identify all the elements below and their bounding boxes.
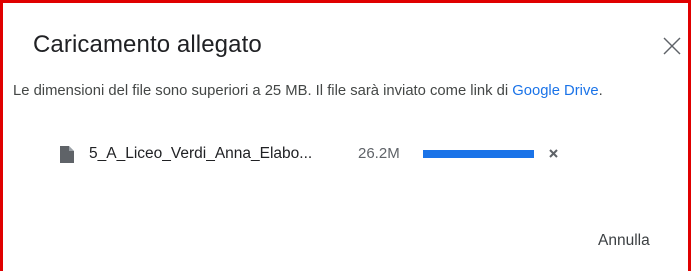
dialog-title: Caricamento allegato (33, 31, 262, 58)
upload-dialog: Caricamento allegato Le dimensioni del f… (3, 3, 688, 271)
file-size: 26.2M (358, 145, 400, 162)
upload-progress-fill (423, 150, 534, 158)
message-end: . (598, 83, 603, 99)
file-icon (60, 146, 74, 163)
attachment-row: 5_A_Liceo_Verdi_Anna_Elabo... 26.2M (58, 143, 578, 165)
cancel-button[interactable]: Annulla (598, 232, 650, 250)
message-text: Le dimensioni del file sono superiori a … (13, 83, 513, 99)
upload-progress-bar (423, 150, 534, 158)
remove-icon[interactable] (548, 148, 559, 159)
size-warning-message: Le dimensioni del file sono superiori a … (13, 83, 603, 99)
close-icon[interactable] (662, 36, 682, 56)
google-drive-link[interactable]: Google Drive (512, 83, 598, 99)
file-name: 5_A_Liceo_Verdi_Anna_Elabo... (89, 145, 313, 162)
